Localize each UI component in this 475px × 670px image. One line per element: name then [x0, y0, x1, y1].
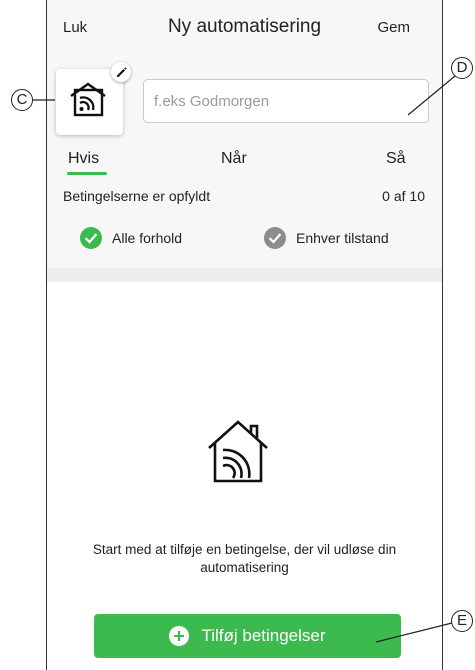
active-tab-indicator: [67, 172, 107, 175]
empty-state-text: Start med at tilføje en betingelse, der …: [92, 542, 397, 575]
close-button[interactable]: Luk: [63, 19, 87, 36]
check-icon: [80, 227, 102, 249]
house-signal-icon: [208, 420, 268, 483]
callout-c: C: [11, 89, 33, 111]
automation-name-input[interactable]: [143, 79, 429, 123]
option-any-condition-label: Enhver tilstand: [296, 230, 389, 246]
tab-saa[interactable]: Så: [386, 150, 406, 168]
add-conditions-button[interactable]: Tilføj betingelser: [94, 614, 401, 658]
option-all-conditions[interactable]: Alle forhold: [80, 227, 182, 249]
tab-naar[interactable]: Når: [221, 150, 247, 168]
app-screen: Luk Ny automatisering Gem Hvis Når Så Be…: [46, 0, 443, 670]
save-button[interactable]: Gem: [377, 19, 410, 36]
option-all-conditions-label: Alle forhold: [112, 230, 183, 246]
house-signal-icon: [70, 82, 106, 117]
add-conditions-label: Tilføj betingelser: [201, 626, 326, 645]
callout-e: E: [451, 610, 473, 632]
check-icon: [264, 227, 286, 249]
plus-circle-icon: [169, 626, 190, 646]
pencil-icon: [117, 67, 127, 77]
tab-hvis[interactable]: Hvis: [68, 150, 99, 168]
edit-icon-button[interactable]: [111, 62, 131, 82]
screenshot-canvas: Luk Ny automatisering Gem Hvis Når Så Be…: [0, 0, 475, 670]
conditions-count: 0 af 10: [382, 188, 425, 204]
callout-d: D: [451, 57, 473, 79]
option-any-condition[interactable]: Enhver tilstand: [264, 227, 389, 249]
conditions-label: Betingelserne er opfyldt: [63, 188, 211, 204]
section-divider: [47, 268, 442, 282]
